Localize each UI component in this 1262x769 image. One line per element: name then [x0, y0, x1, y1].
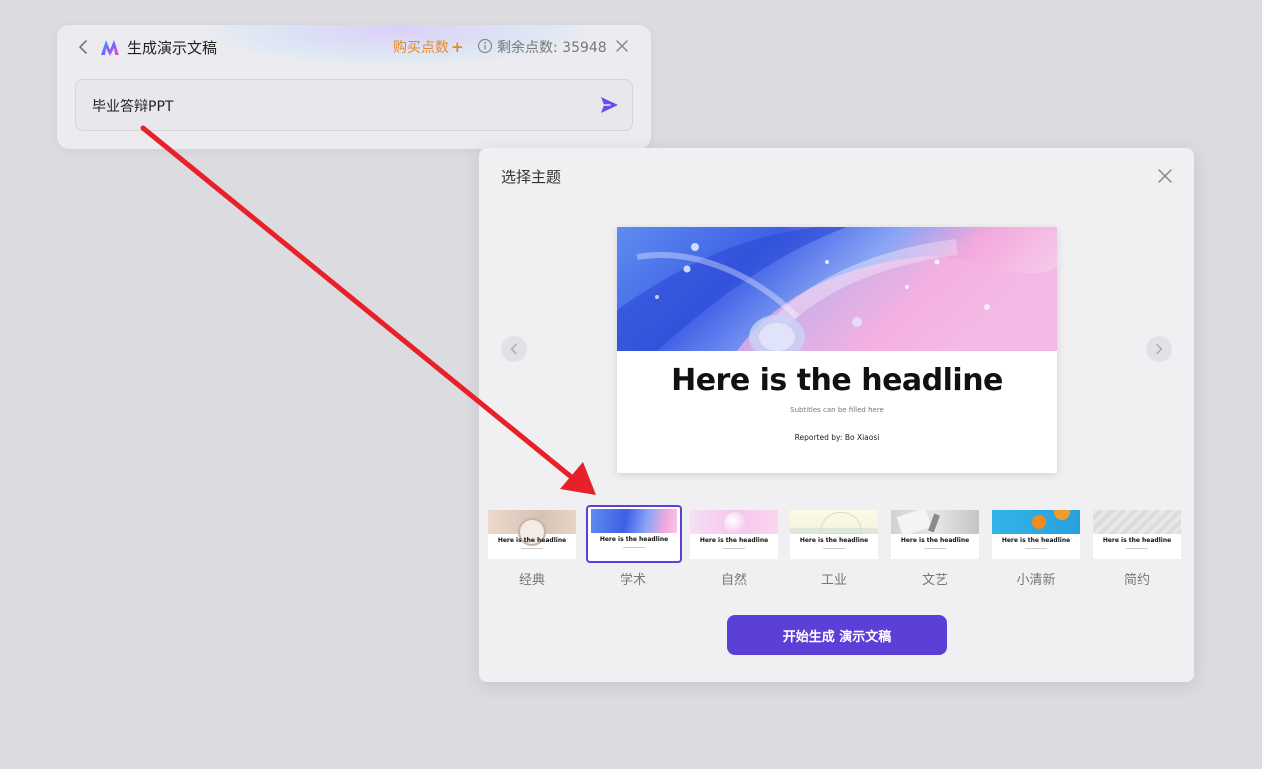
preview-reported-by: Reported by: Bo Xiaosi [794, 433, 880, 442]
theme-option-academic[interactable]: Here is the headline 学术 [586, 505, 682, 590]
theme-preview-slide: Here is the headline Subtitles can be fi… [617, 227, 1057, 473]
thumbnail-headline: Here is the headline [497, 537, 567, 544]
thumbnail-cover [790, 510, 878, 534]
theme-thumbnail-selected: Here is the headline [586, 505, 682, 563]
preview-headline: Here is the headline [671, 363, 1003, 398]
theme-option-classic[interactable]: Here is the headline 经典 [488, 510, 578, 590]
next-theme-button[interactable] [1146, 336, 1172, 362]
theme-label: 工业 [820, 573, 847, 588]
theme-thumbnail: Here is the headline [891, 510, 979, 559]
remaining-points-label: 剩余点数: 35948 [497, 40, 607, 56]
thumbnail-headline: Here is the headline [699, 537, 769, 544]
topic-input-box [75, 79, 633, 131]
thumbnail-cover [591, 509, 677, 533]
thumbnail-cover [488, 510, 576, 546]
app-logo-icon [101, 40, 119, 56]
theme-option-nature[interactable]: Here is the headline 自然 [690, 510, 780, 590]
panel-header: 生成演示文稿 购买点数 + 剩余点数: 35948 [57, 25, 651, 69]
thumbnail-cover [690, 510, 778, 534]
theme-label: 经典 [518, 573, 545, 588]
generate-presentation-panel: 生成演示文稿 购买点数 + 剩余点数: 35948 [57, 25, 651, 149]
start-generate-button[interactable]: 开始生成 演示文稿 [727, 615, 947, 655]
thumbnail-cover [1093, 510, 1181, 534]
previous-theme-button[interactable] [501, 336, 527, 362]
info-icon [477, 38, 493, 54]
theme-thumbnail-list: Here is the headline 经典 Here is the head… [488, 505, 1188, 590]
thumbnail-cover [992, 510, 1080, 534]
close-icon[interactable] [614, 38, 630, 54]
thumbnail-headline: Here is the headline [1001, 537, 1071, 544]
thumbnail-headline: Here is the headline [599, 536, 669, 543]
thumbnail-cover [891, 510, 979, 537]
preview-subtitle: Subtitles can be filled here [790, 406, 884, 414]
chevron-right-icon [1156, 343, 1163, 355]
theme-option-minimal[interactable]: Here is the headline 简约 [1093, 510, 1183, 590]
theme-label: 文艺 [921, 573, 948, 588]
theme-option-fresh[interactable]: Here is the headline 小清新 [992, 510, 1082, 590]
theme-option-industrial[interactable]: Here is the headline 工业 [790, 510, 880, 590]
theme-option-artistic[interactable]: Here is the headline 文艺 [891, 510, 981, 590]
buy-points-link[interactable]: 购买点数 + [393, 37, 464, 57]
preview-cover-image [617, 227, 1057, 351]
buy-points-label: 购买点数 [393, 40, 449, 56]
chevron-left-icon [510, 343, 517, 355]
theme-label: 自然 [720, 573, 747, 588]
theme-thumbnail: Here is the headline [1093, 510, 1181, 559]
thumbnail-headline: Here is the headline [900, 537, 970, 544]
thumbnail-headline: Here is the headline [799, 537, 869, 544]
theme-thumbnail: Here is the headline [790, 510, 878, 559]
topic-input[interactable] [90, 92, 584, 120]
panel-title: 生成演示文稿 [127, 39, 218, 57]
theme-label: 简约 [1123, 573, 1150, 588]
chevron-left-icon[interactable] [75, 38, 93, 56]
plus-icon: + [451, 38, 464, 56]
dialog-title: 选择主题 [501, 168, 562, 186]
select-theme-dialog: 选择主题 Here is the headline Subtitles can … [479, 148, 1194, 682]
close-icon[interactable] [1157, 168, 1173, 184]
theme-label: 学术 [619, 573, 646, 588]
theme-label: 小清新 [1016, 573, 1056, 588]
send-icon[interactable] [598, 94, 620, 116]
theme-thumbnail: Here is the headline [992, 510, 1080, 559]
theme-thumbnail: Here is the headline [488, 510, 576, 559]
theme-thumbnail: Here is the headline [690, 510, 778, 559]
thumbnail-headline: Here is the headline [1102, 537, 1172, 544]
